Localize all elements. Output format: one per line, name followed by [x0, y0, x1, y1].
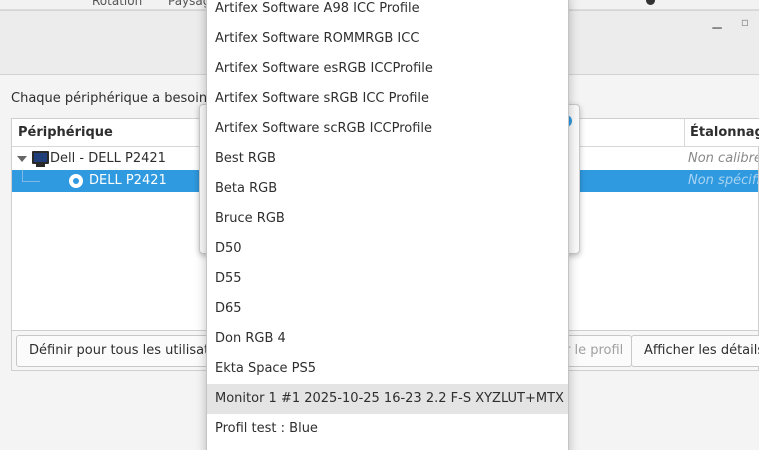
maximize-icon[interactable]: ▫ [738, 15, 752, 29]
profile-menu-item[interactable]: Artifex Software sRGB ICC Profile [207, 84, 568, 114]
profile-menu-item[interactable]: Don RGB 4 [207, 324, 568, 354]
profile-name: DELL P2421 [89, 173, 167, 188]
profile-menu-item[interactable]: Monitor 1 #1 2025-10-25 16-23 2.2 F-S XY… [207, 384, 568, 414]
minimize-icon[interactable]: ▁ [710, 15, 724, 29]
column-header-calibration[interactable]: Étalonnage [684, 119, 759, 147]
set-for-all-users-button[interactable]: Définir pour tous les utilisateurs [16, 335, 216, 367]
calibration-status: Non calibré [688, 151, 758, 166]
calibration-status: Non spécifié [688, 173, 758, 188]
profile-menu-item[interactable]: D50 [207, 234, 568, 264]
slider-knob[interactable] [646, 0, 655, 5]
profile-menu-item[interactable]: Artifex Software ROMMRGB ICC [207, 24, 568, 54]
profile-menu-item[interactable]: Artifex Software esRGB ICCProfile [207, 54, 568, 84]
expander-arrow-icon[interactable] [17, 156, 27, 162]
rotation-label: Rotation [92, 0, 143, 8]
device-name: Dell - DELL P2421 [50, 151, 166, 166]
intro-text: Chaque périphérique a besoin d' [11, 91, 224, 106]
show-details-button[interactable]: Afficher les détails [631, 335, 759, 367]
profile-menu-item[interactable]: Ekta Space PS5 [207, 354, 568, 384]
profile-menu-item[interactable]: D65 [207, 294, 568, 324]
profile-menu-item[interactable]: Beta RGB [207, 174, 568, 204]
profile-menu-item[interactable]: Artifex Software A98 ICC Profile [207, 0, 568, 24]
profile-menu-item[interactable]: Bruce RGB [207, 204, 568, 234]
profile-dropdown-menu: Artifex Software A98 ICC Profile Artifex … [206, 0, 569, 450]
profile-menu-item[interactable]: Artifex Software scRGB ICCProfile [207, 114, 568, 144]
tree-connector [22, 170, 40, 182]
monitor-stand-icon [36, 164, 45, 167]
profile-menu-item[interactable]: Best RGB [207, 144, 568, 174]
radio-selected-icon[interactable] [69, 174, 83, 188]
profile-menu-item[interactable]: D55 [207, 264, 568, 294]
monitor-icon [32, 151, 49, 164]
profile-menu-item[interactable]: Profil test : Blue [207, 414, 568, 444]
